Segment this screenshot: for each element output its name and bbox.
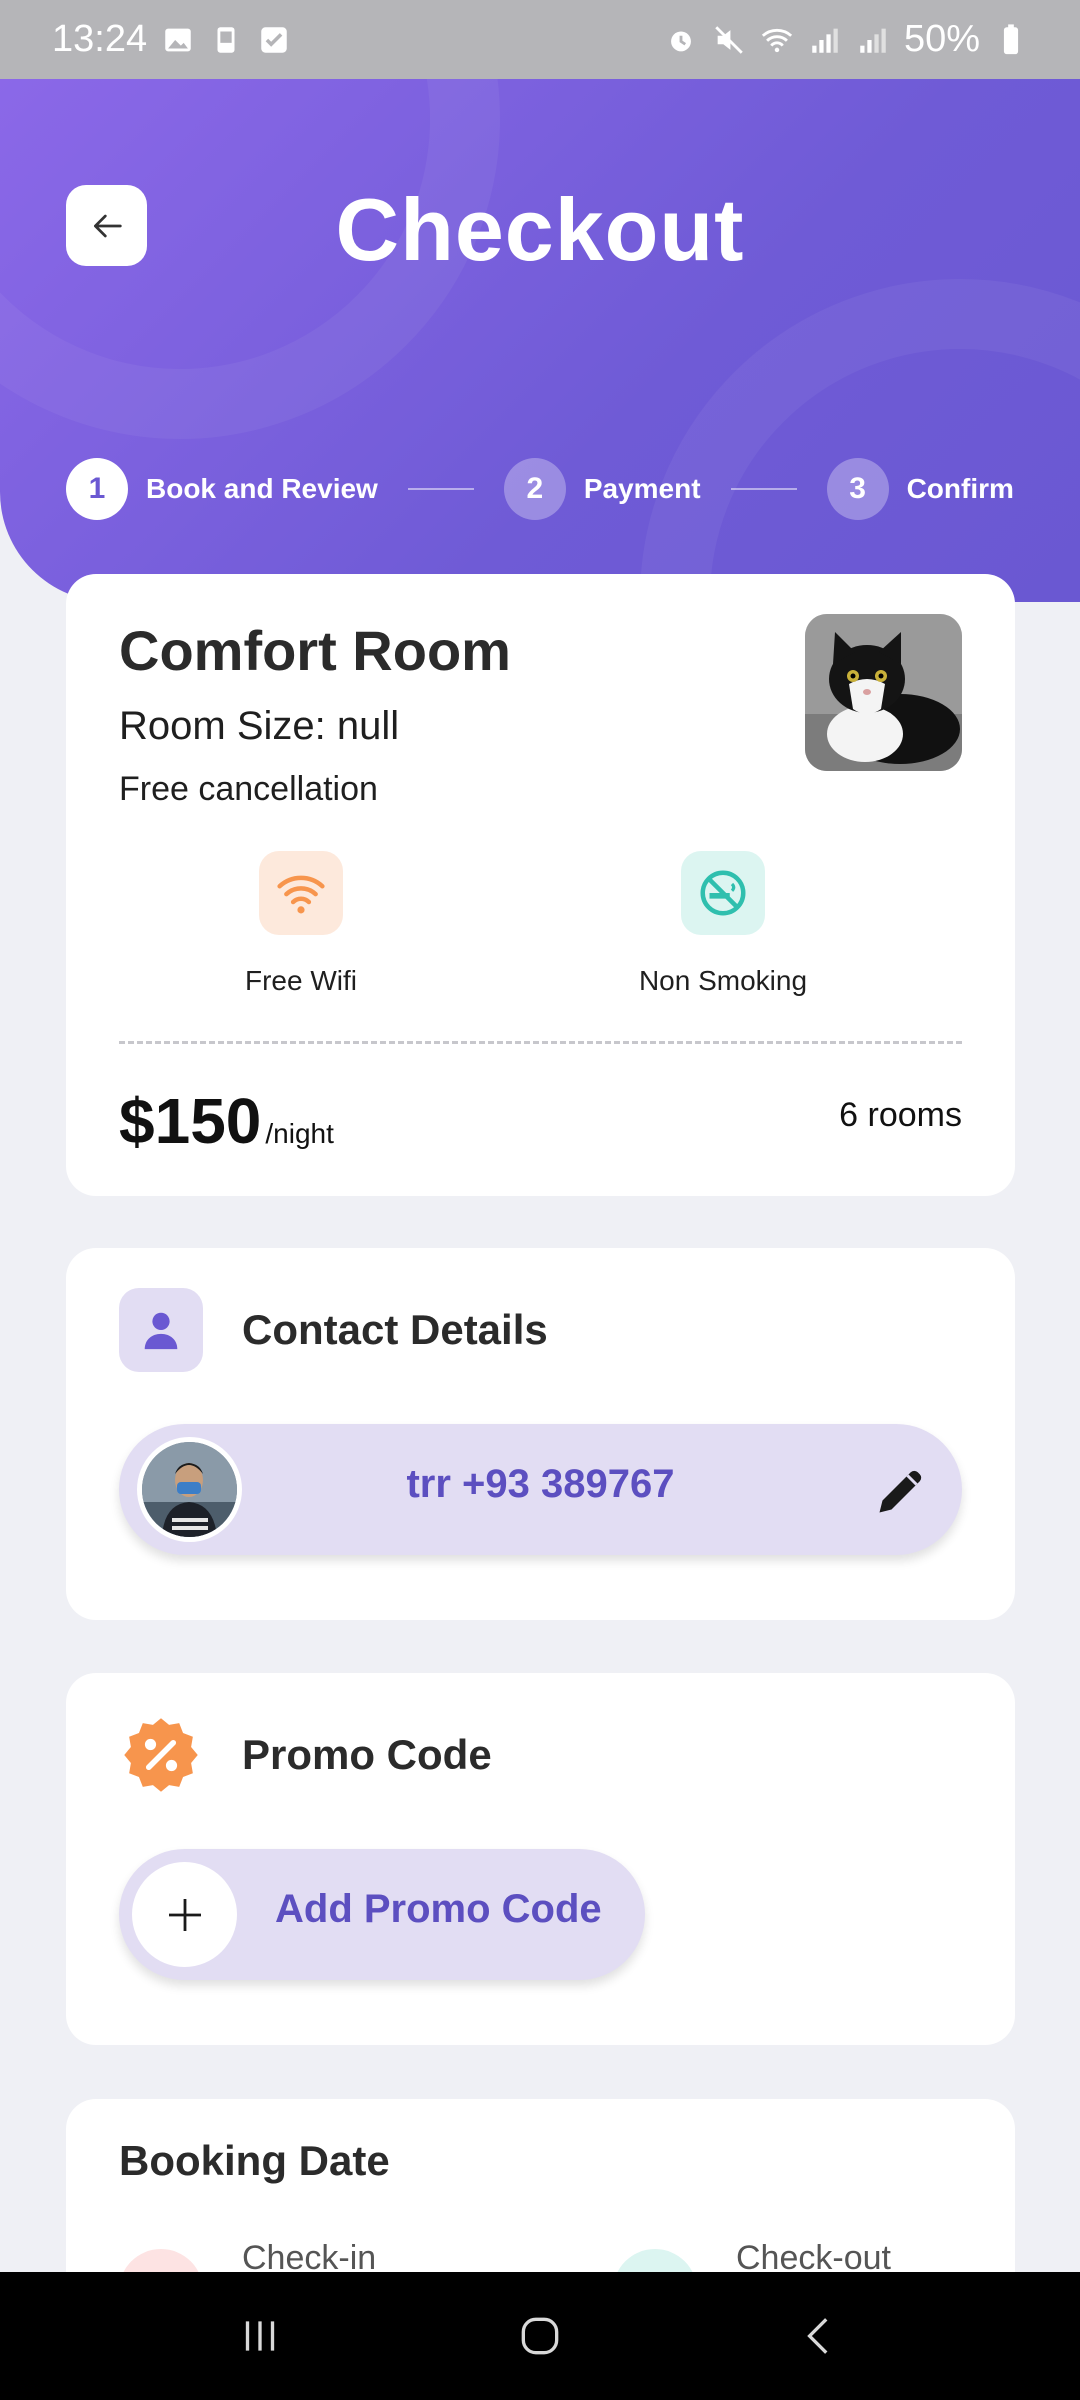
pencil-icon[interactable] <box>872 1460 932 1520</box>
amenity-non-smoking: Non Smoking <box>593 851 853 997</box>
room-photo <box>805 614 962 771</box>
checkout-steps: 1 Book and Review 2 Payment 3 Confirm <box>66 458 1014 520</box>
booking-date-title: Booking Date <box>119 2137 390 2184</box>
recent-apps-button[interactable] <box>220 2296 300 2376</box>
promo-code-title: Promo Code <box>242 1731 492 1778</box>
step-number: 1 <box>66 458 128 520</box>
promo-code-card: Promo Code Add Promo Code <box>66 1673 1015 2045</box>
room-title: Comfort Room <box>119 619 511 682</box>
no-smoking-icon <box>681 851 765 935</box>
room-card: Comfort Room Room Size: null Free cancel… <box>66 574 1015 1196</box>
amenity-free-wifi: Free Wifi <box>171 851 431 997</box>
home-icon <box>521 2317 559 2355</box>
add-promo-code-button[interactable]: Add Promo Code <box>119 1849 645 1980</box>
price-value: $150 <box>119 1085 262 1157</box>
amenity-label: Free Wifi <box>245 965 357 996</box>
contact-details-title: Contact Details <box>242 1306 548 1353</box>
plus-icon <box>132 1862 237 1967</box>
step-payment: 2 Payment <box>503 458 701 520</box>
contact-details-field[interactable]: trr +93 389767 <box>119 1424 962 1555</box>
wifi-icon <box>259 851 343 935</box>
battery-icon <box>1003 23 1019 54</box>
add-promo-code-label: Add Promo Code <box>275 1887 602 1931</box>
step-label: Payment <box>583 473 701 504</box>
signal-icon <box>860 28 886 53</box>
step-divider <box>730 488 797 490</box>
step-divider <box>407 488 474 490</box>
checkout-header: Checkout 1 Book and Review 2 Payment 3 C… <box>0 79 1080 602</box>
decorative-circle <box>640 279 1080 602</box>
page-title: Checkout <box>335 180 745 279</box>
signal-icon <box>812 28 838 53</box>
recent-apps-icon <box>245 2321 275 2351</box>
gallery-icon <box>165 28 191 51</box>
step-book-and-review: 1 Book and Review <box>66 458 378 520</box>
step-confirm: 3 Confirm <box>826 458 1014 520</box>
system-navigation-bar <box>0 2272 1080 2400</box>
checkbox-icon <box>261 26 287 53</box>
step-number: 3 <box>826 458 889 520</box>
wifi-icon <box>761 28 793 52</box>
price-unit: /night <box>265 1118 334 1149</box>
contact-details-card: Contact Details trr +93 389767 <box>66 1248 1015 1620</box>
contact-value: trr +93 389767 <box>406 1462 675 1506</box>
person-icon <box>119 1288 203 1372</box>
rooms-count: 6 rooms <box>839 1096 962 1134</box>
cat-photo <box>805 614 962 771</box>
home-button[interactable] <box>500 2296 580 2376</box>
battery-percent: 50% <box>903 18 980 60</box>
status-bar: 13:24 50% <box>0 0 1080 79</box>
room-size: Room Size: null <box>119 704 400 748</box>
status-time: 13:24 <box>52 18 148 60</box>
step-number: 2 <box>503 458 566 520</box>
step-label: Confirm <box>906 473 1014 504</box>
mute-icon <box>715 25 743 54</box>
step-label: Book and Review <box>146 473 378 504</box>
back-nav-button[interactable] <box>780 2296 860 2376</box>
alarm-icon <box>671 31 691 51</box>
room-cancellation: Free cancellation <box>119 770 378 808</box>
divider <box>119 1041 962 1044</box>
room-price: $150 /night <box>119 1084 334 1158</box>
amenity-label: Non Smoking <box>638 965 808 996</box>
discount-badge-icon <box>119 1713 203 1797</box>
chevron-left-icon <box>807 2318 828 2354</box>
cast-icon <box>217 26 235 53</box>
